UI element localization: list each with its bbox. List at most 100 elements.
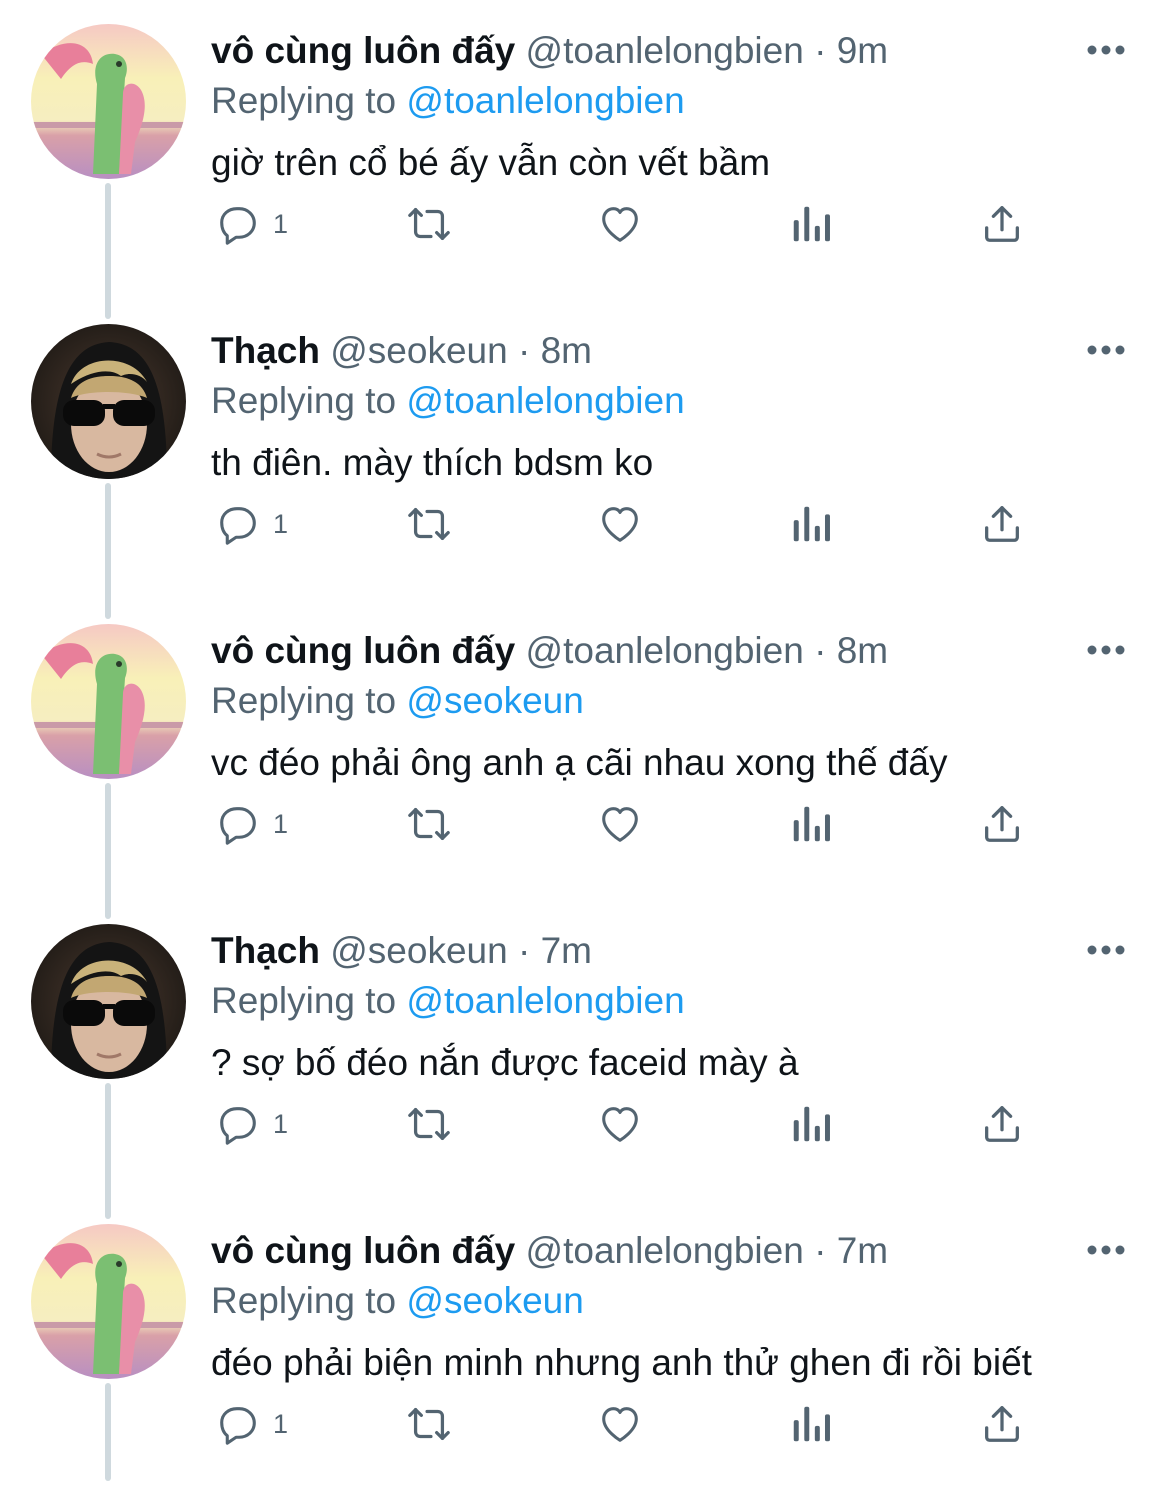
reply-button[interactable]: 1 xyxy=(215,1396,288,1452)
reply-icon xyxy=(220,507,256,545)
replying-to-handle[interactable]: @seokeun xyxy=(406,680,583,721)
person-sunglasses-avatar xyxy=(31,324,186,479)
retweet-icon xyxy=(408,507,450,541)
tweet[interactable]: vô cùng luôn đấy @toanlelongbien · 8m Re… xyxy=(0,600,1170,900)
share-button[interactable] xyxy=(979,1096,1025,1152)
share-button[interactable] xyxy=(979,196,1025,252)
like-button[interactable] xyxy=(596,1396,644,1452)
tweet-actions: 1 xyxy=(211,1096,1111,1152)
retweet-button[interactable] xyxy=(401,496,457,552)
dinosaur-cartoon-avatar xyxy=(31,24,186,179)
reply-count: 1 xyxy=(273,808,289,839)
reply-button[interactable]: 1 xyxy=(215,496,288,552)
handle[interactable]: @toanlelongbien xyxy=(526,630,804,671)
tweet-text: đéo phải biện minh nhưng anh thử ghen đi… xyxy=(211,1342,1032,1383)
avatar[interactable] xyxy=(31,924,186,1079)
handle[interactable]: @seokeun xyxy=(330,930,507,971)
tweet[interactable]: vô cùng luôn đấy @toanlelongbien · 7m Re… xyxy=(0,1200,1170,1500)
tweet[interactable]: Thạch @seokeun · 7m Replying to @toanlel… xyxy=(0,900,1170,1200)
tweet-header: vô cùng luôn đấy @toanlelongbien · 8m xyxy=(211,626,1111,676)
replying-to-handle[interactable]: @toanlelongbien xyxy=(406,380,684,421)
share-button[interactable] xyxy=(979,796,1025,852)
views-button[interactable] xyxy=(789,1396,833,1452)
retweet-button[interactable] xyxy=(401,1396,457,1452)
views-icon xyxy=(793,806,830,842)
replying-to-handle[interactable]: @seokeun xyxy=(406,1280,583,1321)
reply-icon xyxy=(220,807,256,845)
avatar[interactable] xyxy=(31,624,186,779)
more-icon[interactable] xyxy=(1086,1242,1126,1258)
tweet-actions: 1 xyxy=(211,796,1111,852)
replying-to: Replying to @toanlelongbien xyxy=(211,76,1111,126)
like-button[interactable] xyxy=(596,796,644,852)
timestamp[interactable]: 7m xyxy=(541,930,592,971)
reply-count: 1 xyxy=(273,1408,289,1439)
tweet-actions: 1 xyxy=(211,1396,1111,1452)
timestamp[interactable]: 7m xyxy=(837,1230,888,1271)
tweet-text: vc đéo phải ông anh ạ cãi nhau xong thế … xyxy=(211,742,948,783)
share-icon xyxy=(985,1406,1019,1442)
tweet[interactable]: Thạch @seokeun · 8m Replying to @toanlel… xyxy=(0,300,1170,600)
retweet-icon xyxy=(408,1107,450,1141)
views-button[interactable] xyxy=(789,796,833,852)
tweet-header: Thạch @seokeun · 7m xyxy=(211,926,1111,976)
replying-to-label: Replying to xyxy=(211,980,397,1021)
tweet-actions: 1 xyxy=(211,196,1111,252)
replying-to-label: Replying to xyxy=(211,80,397,121)
replying-to-label: Replying to xyxy=(211,380,397,421)
retweet-button[interactable] xyxy=(401,196,457,252)
reply-icon xyxy=(220,1407,256,1445)
replying-to: Replying to @toanlelongbien xyxy=(211,976,1111,1026)
views-icon xyxy=(793,1406,830,1442)
replying-to-handle[interactable]: @toanlelongbien xyxy=(406,980,684,1021)
like-icon xyxy=(602,507,638,542)
avatar[interactable] xyxy=(31,24,186,179)
like-button[interactable] xyxy=(596,196,644,252)
more-icon[interactable] xyxy=(1086,342,1126,358)
replying-to: Replying to @toanlelongbien xyxy=(211,376,1111,426)
more-icon[interactable] xyxy=(1086,942,1126,958)
timestamp[interactable]: 9m xyxy=(837,30,888,71)
views-button[interactable] xyxy=(789,196,833,252)
reply-button[interactable]: 1 xyxy=(215,196,288,252)
display-name[interactable]: vô cùng luôn đấy xyxy=(211,1230,515,1271)
timestamp[interactable]: 8m xyxy=(541,330,592,371)
like-button[interactable] xyxy=(596,496,644,552)
separator: · xyxy=(814,630,827,671)
share-button[interactable] xyxy=(979,1396,1025,1452)
retweet-button[interactable] xyxy=(401,1096,457,1152)
reply-button[interactable]: 1 xyxy=(215,1096,288,1152)
display-name[interactable]: Thạch xyxy=(211,930,320,971)
replying-to: Replying to @seokeun xyxy=(211,676,1111,726)
tweet-text: th điên. mày thích bdsm ko xyxy=(211,442,654,483)
tweet[interactable]: vô cùng luôn đấy @toanlelongbien · 9m Re… xyxy=(0,0,1170,300)
reply-button[interactable]: 1 xyxy=(215,796,288,852)
retweet-button[interactable] xyxy=(401,796,457,852)
like-button[interactable] xyxy=(596,1096,644,1152)
handle[interactable]: @toanlelongbien xyxy=(526,1230,804,1271)
tweet-text: ? sợ bố đéo nắn được faceid mày à xyxy=(211,1042,799,1083)
more-icon[interactable] xyxy=(1086,642,1126,658)
replying-to: Replying to @seokeun xyxy=(211,1276,1111,1326)
handle[interactable]: @seokeun xyxy=(330,330,507,371)
views-button[interactable] xyxy=(789,1096,833,1152)
replying-to-handle[interactable]: @toanlelongbien xyxy=(406,80,684,121)
handle[interactable]: @toanlelongbien xyxy=(526,30,804,71)
avatar[interactable] xyxy=(31,1224,186,1379)
separator: · xyxy=(517,930,531,971)
views-button[interactable] xyxy=(789,496,833,552)
share-button[interactable] xyxy=(979,496,1025,552)
display-name[interactable]: Thạch xyxy=(211,330,320,371)
timestamp[interactable]: 8m xyxy=(837,630,888,671)
separator: · xyxy=(517,330,531,371)
display-name[interactable]: vô cùng luôn đấy xyxy=(211,630,515,671)
reply-icon xyxy=(220,1107,256,1145)
more-icon[interactable] xyxy=(1086,42,1126,58)
display-name[interactable]: vô cùng luôn đấy xyxy=(211,30,515,71)
views-icon xyxy=(793,1106,830,1142)
retweet-icon xyxy=(408,1407,450,1441)
views-icon xyxy=(793,506,830,542)
like-icon xyxy=(602,807,638,842)
share-icon xyxy=(985,1106,1019,1142)
avatar[interactable] xyxy=(31,324,186,479)
